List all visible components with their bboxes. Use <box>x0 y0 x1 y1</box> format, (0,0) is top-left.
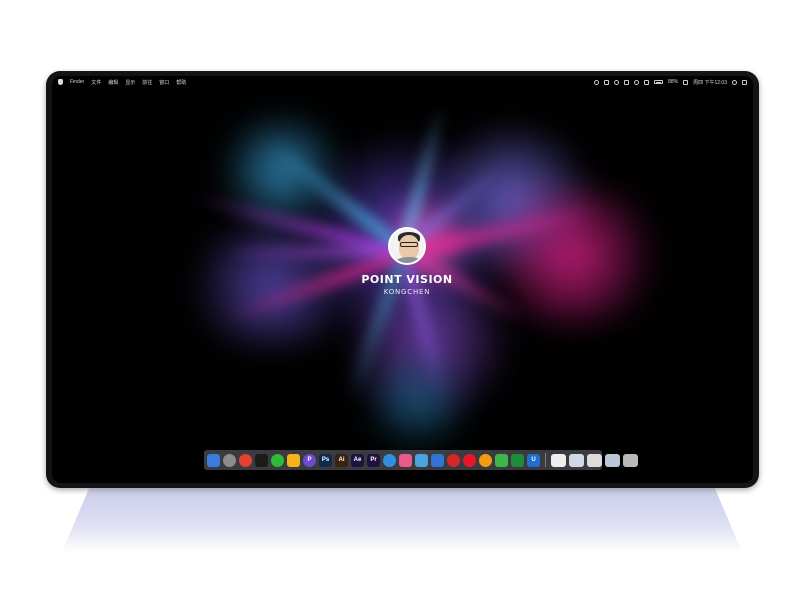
after-effects-icon[interactable]: Ae <box>351 453 364 467</box>
menu-help[interactable]: 帮助 <box>176 79 186 86</box>
chrome-icon[interactable] <box>239 453 252 467</box>
wechat-work-icon[interactable] <box>495 453 508 467</box>
preview-icon[interactable] <box>605 453 620 467</box>
illustrator-icon[interactable]: Ai <box>335 453 348 467</box>
desktop-screen: Finder 文件 编辑 显示 前往 窗口 帮助 88% 周四 下午12:03 … <box>52 76 753 483</box>
document-icon[interactable] <box>551 453 566 467</box>
menu-clock[interactable]: 周四 下午12:03 <box>693 79 727 86</box>
bluetooth-icon[interactable] <box>624 79 630 85</box>
menu-window[interactable]: 窗口 <box>159 79 169 86</box>
battery-icon[interactable] <box>654 80 664 84</box>
input-source-icon[interactable] <box>683 79 689 85</box>
profile-avatar <box>388 227 426 265</box>
dock: P Ps Ai Ae Pr U <box>204 450 638 470</box>
netease-music-icon[interactable] <box>447 453 460 467</box>
trash-icon[interactable] <box>623 453 638 467</box>
weibo-icon[interactable] <box>463 453 476 467</box>
menu-view[interactable]: 显示 <box>125 79 135 86</box>
apple-menu-icon[interactable] <box>58 79 63 85</box>
timemachine-icon[interactable] <box>614 79 620 85</box>
launchpad-icon[interactable] <box>223 453 236 467</box>
folder-doc-icon[interactable] <box>587 453 602 467</box>
screenshot-icon[interactable] <box>569 453 584 467</box>
profile-subtitle: KONGCHEN <box>383 288 431 296</box>
device-frame: Finder 文件 编辑 显示 前往 窗口 帮助 88% 周四 下午12:03 … <box>46 71 759 488</box>
qq-icon[interactable] <box>255 453 268 467</box>
battery-percent[interactable]: 88% <box>668 79 678 85</box>
menu-go[interactable]: 前往 <box>142 79 152 86</box>
menu-app-name[interactable]: Finder <box>70 79 84 85</box>
photos-icon[interactable] <box>399 453 412 467</box>
keynote-icon[interactable] <box>431 453 444 467</box>
menu-file[interactable]: 文件 <box>91 79 101 86</box>
premiere-icon[interactable]: Pr <box>367 453 380 467</box>
screen-record-icon[interactable] <box>604 79 610 85</box>
notification-center-icon[interactable] <box>742 79 747 85</box>
shield-icon[interactable]: U <box>527 453 540 467</box>
status-app-icon[interactable] <box>594 79 600 85</box>
stage: Finder 文件 编辑 显示 前往 窗口 帮助 88% 周四 下午12:03 … <box>0 0 800 600</box>
device-reflection <box>62 488 742 552</box>
sketch-icon[interactable] <box>287 453 300 467</box>
wifi-icon[interactable] <box>634 79 640 85</box>
safari-icon[interactable] <box>383 453 396 467</box>
dock-separator <box>545 453 546 467</box>
wechat-icon[interactable] <box>271 453 284 467</box>
volume-icon[interactable] <box>644 79 650 85</box>
menu-bar: Finder 文件 编辑 显示 前往 窗口 帮助 88% 周四 下午12:03 <box>52 76 753 88</box>
spotlight-icon[interactable] <box>732 79 737 85</box>
orange-app-icon[interactable] <box>479 453 492 467</box>
pp-icon[interactable]: P <box>303 453 316 467</box>
green-app-icon[interactable] <box>511 453 524 467</box>
menu-edit[interactable]: 编辑 <box>108 79 118 86</box>
chart-icon[interactable] <box>415 453 428 467</box>
profile-title: POINT VISION <box>361 273 453 286</box>
photoshop-icon[interactable]: Ps <box>319 453 332 467</box>
finder-icon[interactable] <box>207 453 220 467</box>
